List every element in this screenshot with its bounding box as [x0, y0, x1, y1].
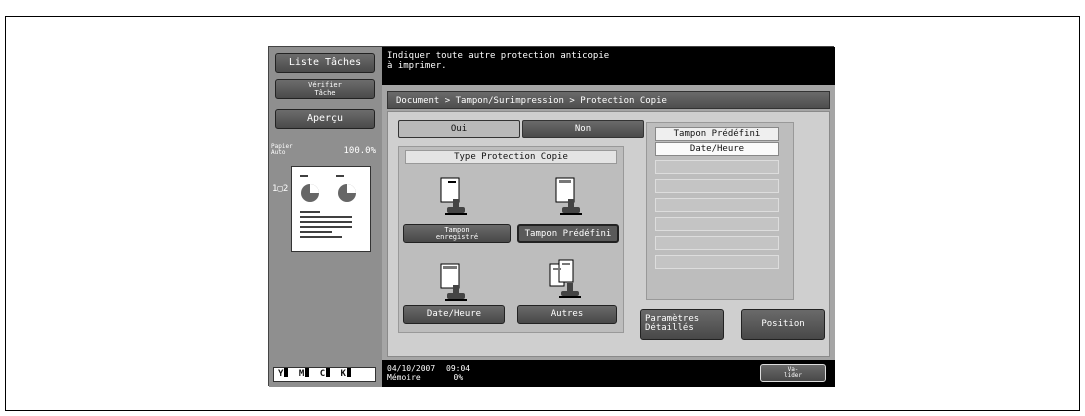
copy-protection-panel: Oui Non Type Protection Copie Tampon enr…	[387, 111, 830, 357]
position-button[interactable]: Position	[741, 309, 825, 340]
jobs-list-button[interactable]: Liste Tâches	[275, 53, 375, 73]
yes-toggle[interactable]: Oui	[398, 120, 520, 138]
others-icon	[549, 259, 581, 298]
validate-button[interactable]: Va- lider	[760, 364, 826, 382]
stamp-list-empty-slot[interactable]	[655, 236, 779, 250]
zoom-value: 100.0%	[343, 146, 376, 156]
protection-type-title: Type Protection Copie	[405, 150, 617, 164]
registered-stamp-icon	[440, 177, 467, 215]
toner-m-bar	[305, 368, 310, 377]
message-line2: à imprimer.	[387, 61, 447, 71]
memory-value: 0%	[453, 373, 464, 382]
toner-y-label: Y	[278, 369, 284, 379]
predefined-stamp-icon	[555, 177, 582, 215]
page-preview	[291, 166, 371, 252]
check-job-label-line1: Vérifier	[308, 81, 342, 89]
paper-info: Papier Auto 100.0%	[271, 143, 380, 159]
memory-label: Mémoire	[387, 373, 421, 382]
no-toggle[interactable]: Non	[522, 120, 644, 138]
touch-screen: Liste Tâches Vérifier Tâche Aperçu Papie…	[268, 46, 835, 387]
detail-settings-line2: Détaillés	[645, 323, 694, 333]
toner-m-label: M	[298, 369, 305, 379]
left-sidebar: Liste Tâches Vérifier Tâche Aperçu Papie…	[269, 47, 382, 387]
toner-c-bar	[326, 368, 331, 377]
stamp-list-header: Tampon Prédéfini	[655, 127, 779, 141]
protection-type-section: Type Protection Copie Tampon enregistré …	[398, 146, 624, 333]
stamp-list-empty-slot[interactable]	[655, 160, 779, 174]
toner-c-label: C	[319, 369, 326, 379]
toner-indicator: Y M C K	[273, 367, 376, 382]
main-area: Document > Tampon/Surimpression > Protec…	[382, 85, 835, 360]
status-bar: 04/10/2007 09:04 Mémoire 0% Va- lider	[382, 360, 835, 387]
toner-k-label: K	[340, 369, 346, 379]
registered-stamp-line2: enregistré	[435, 233, 479, 241]
detail-settings-button[interactable]: Paramètres Détaillés	[640, 309, 724, 340]
paper-auto-label: Papier Auto	[271, 143, 293, 156]
status-date: 04/10/2007	[387, 364, 436, 373]
check-job-label-line2: Tâche	[314, 89, 336, 97]
check-job-button[interactable]: Vérifier Tâche	[275, 79, 375, 99]
stamp-list-empty-slot[interactable]	[655, 198, 779, 212]
validate-line2: lider	[783, 372, 803, 379]
date-time-button[interactable]: Date/Heure	[403, 305, 505, 324]
predefined-stamp-button[interactable]: Tampon Prédéfini	[517, 224, 619, 243]
status-time: 09:04	[446, 364, 471, 373]
predefined-stamp-list: Tampon Prédéfini Date/Heure	[646, 122, 794, 300]
message-line1: Indiquer toute autre protection anticopi…	[387, 51, 610, 61]
date-time-icon	[440, 263, 467, 301]
stamp-list-empty-slot[interactable]	[655, 255, 779, 269]
toner-y-bar	[284, 368, 289, 377]
registered-stamp-button[interactable]: Tampon enregistré	[403, 224, 511, 243]
duplex-icon: 1▢2	[272, 184, 289, 194]
stamp-list-item-date-time[interactable]: Date/Heure	[655, 142, 779, 156]
message-area: Indiquer toute autre protection anticopi…	[382, 47, 835, 85]
stamp-list-empty-slot[interactable]	[655, 217, 779, 231]
preview-thumbnail-icon	[300, 175, 356, 238]
breadcrumb: Document > Tampon/Surimpression > Protec…	[387, 91, 830, 109]
others-button[interactable]: Autres	[517, 305, 617, 324]
stamp-list-empty-slot[interactable]	[655, 179, 779, 193]
preview-button[interactable]: Aperçu	[275, 109, 375, 129]
toner-k-bar	[346, 368, 351, 377]
